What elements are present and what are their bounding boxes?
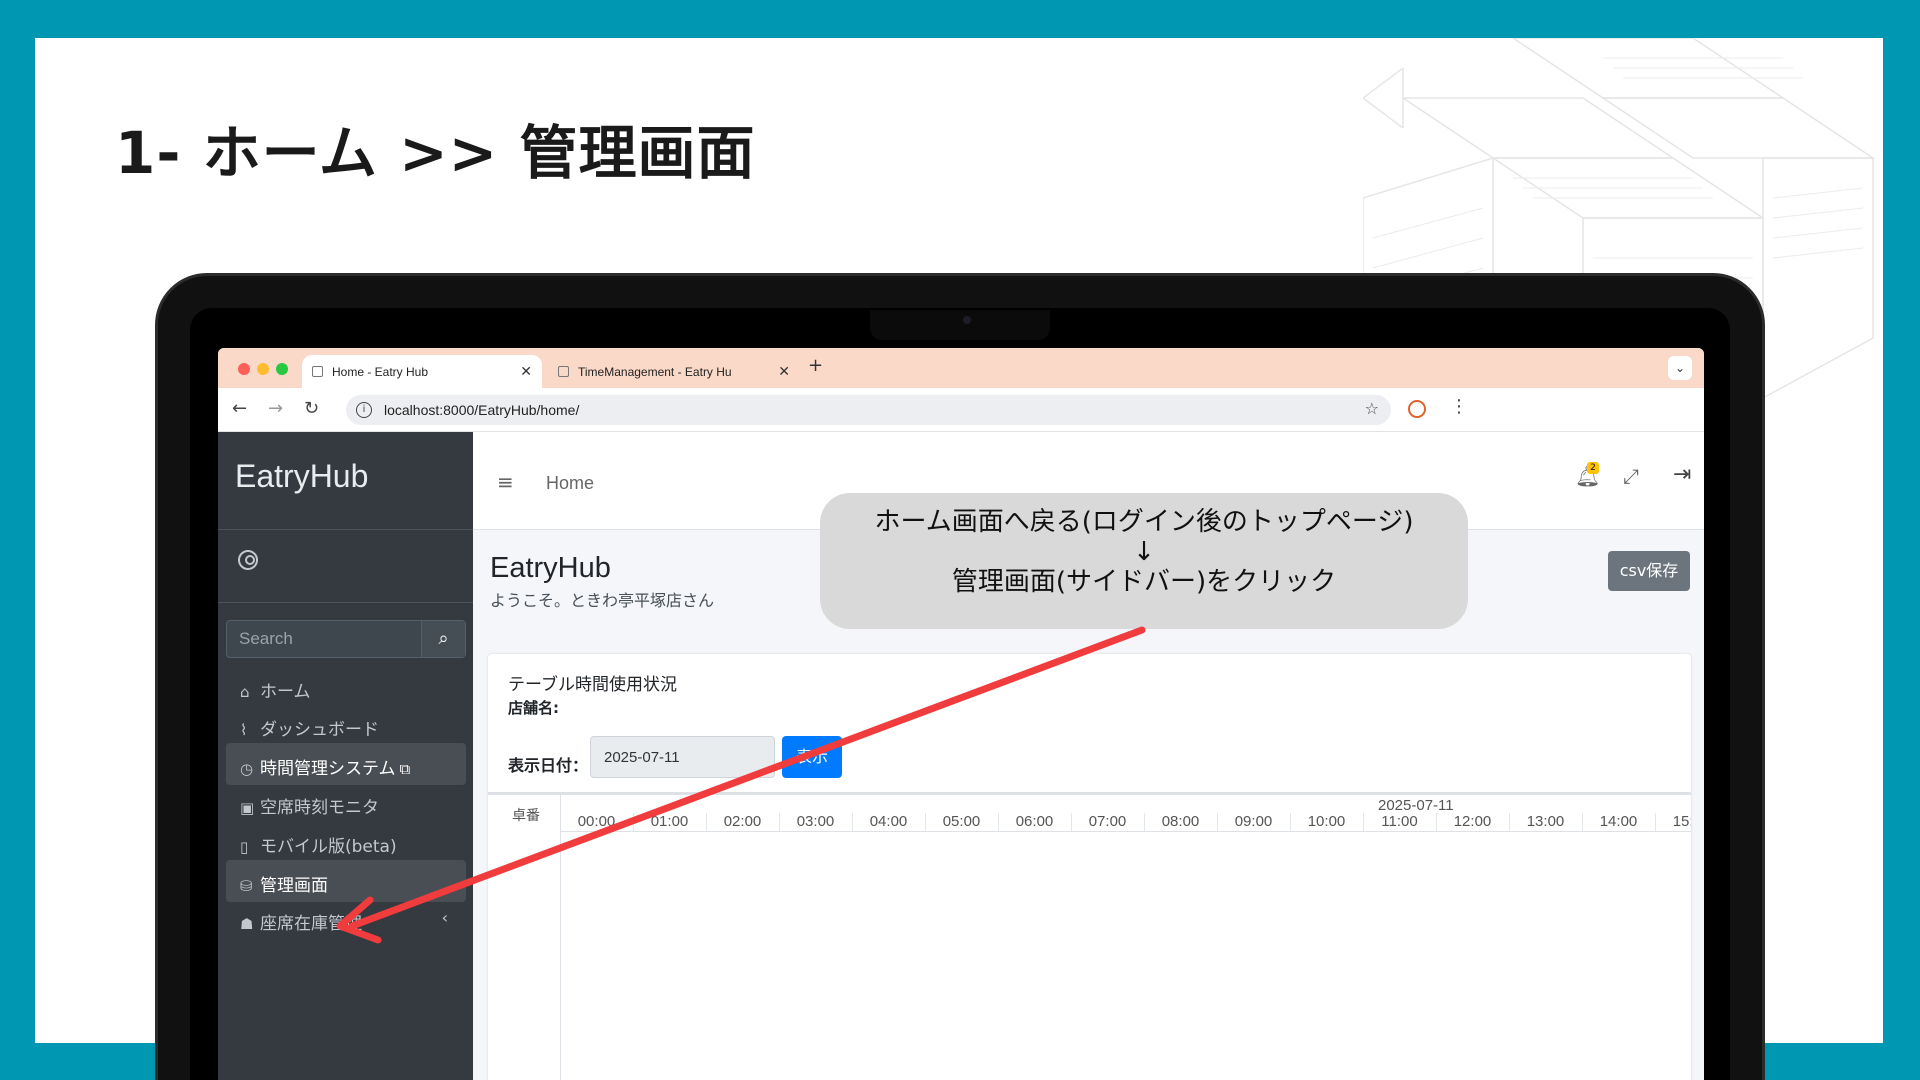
sidebar-item-mobile[interactable]: ▯ モバイル版(beta) (226, 821, 466, 863)
fullscreen-icon[interactable]: ⤢ (1623, 464, 1639, 488)
maximize-window-dot[interactable] (276, 363, 288, 375)
camera-icon (963, 316, 971, 324)
search-input[interactable] (227, 621, 421, 657)
hour-headers: 00:00 01:00 02:00 03:00 04:00 05:00 06:00 07:00… (560, 813, 1691, 831)
url-text: localhost:8000/EatryHub/home/ (384, 402, 580, 418)
site-info-icon[interactable]: i (356, 402, 372, 418)
hour-header: 04:00 (852, 813, 924, 831)
grid-line (560, 795, 561, 1080)
address-bar: ← → ↻ i localhost:8000/EatryHub/home/ ☆ … (218, 388, 1704, 432)
external-link-icon: ⧉ (399, 760, 411, 778)
sidebar: EatryHub ⌕ ⌂ ホーム ⌇ ダッシュボード ◷ 時間管理システム⧉ ▣ 空席時… (218, 432, 473, 1080)
minimize-window-dot[interactable] (257, 363, 269, 375)
back-arrow-icon[interactable]: ← (232, 398, 247, 419)
hour-header: 12:00 (1436, 813, 1508, 831)
hour-header: 09:00 (1217, 813, 1289, 831)
page-icon (312, 366, 323, 377)
forward-arrow-icon[interactable]: → (268, 398, 283, 419)
date-input[interactable]: 2025-07-11 (590, 736, 775, 778)
user-avatar-icon[interactable] (238, 550, 258, 570)
timeline-grid: 卓番 2025-07-11 00:00 01:00 02:00 03:00 04:00 0… (488, 792, 1691, 1080)
sidebar-item-home[interactable]: ⌂ ホーム (226, 666, 466, 708)
url-field[interactable]: i localhost:8000/EatryHub/home/ ☆ (346, 395, 1391, 425)
sidebar-item-label: 管理画面 (260, 876, 328, 896)
sidebar-item-seat-inventory[interactable]: ☗ 座席在庫管理 ‹ (226, 898, 466, 940)
page-title: EatryHub (490, 552, 611, 584)
sidebar-item-time-management[interactable]: ◷ 時間管理システム ⧉ (226, 743, 466, 785)
hour-header: 01:00 (633, 813, 705, 831)
timeline-date: 2025-07-11 (1378, 797, 1454, 814)
slide-title: 1- ホーム >> 管理画面 (115, 119, 756, 187)
instruction-callout: ホーム画面へ戻る(ログイン後のトップページ) ↓ 管理画面(サイドバー)をクリッ… (820, 493, 1468, 629)
menu-toggle-icon[interactable]: ≡ (497, 470, 514, 494)
nav-home-link[interactable]: Home (546, 473, 594, 494)
hour-header: 13:00 (1509, 813, 1581, 831)
sidebar-item-label: ダッシュボード (260, 720, 379, 740)
sidebar-item-admin[interactable]: ⛁ 管理画面 (226, 860, 466, 902)
tab-time-management[interactable]: TimeManagement - Eatry Hu ✕ (548, 355, 800, 388)
hour-header: 05:00 (925, 813, 997, 831)
laptop-notch (870, 310, 1050, 340)
profile-icon[interactable] (1408, 400, 1426, 418)
admin-icon: ⛁ (240, 877, 253, 895)
csv-save-button[interactable]: csv保存 (1608, 551, 1690, 591)
home-icon: ⌂ (240, 683, 250, 701)
monitor-icon: ▣ (240, 799, 255, 817)
divider (218, 529, 473, 530)
sidebar-item-seat-monitor[interactable]: ▣ 空席時刻モニタ (226, 782, 466, 824)
tab-label: Home - Eatry Hub (332, 365, 429, 379)
sidebar-search: ⌕ (226, 620, 466, 658)
store-label: 店舗名: (508, 699, 559, 717)
hour-header: 11:00 (1363, 813, 1435, 831)
hour-header: 14:00 (1582, 813, 1654, 831)
card-title: テーブル時間使用状況 (508, 675, 677, 695)
sidebar-item-label: 時間管理システム (260, 759, 396, 779)
tab-home[interactable]: Home - Eatry Hub ✕ (302, 355, 542, 388)
clock-icon: ◷ (240, 760, 254, 778)
page-icon (558, 366, 569, 377)
notification-badge: 2 (1587, 462, 1599, 474)
tab-search-chevron-icon[interactable]: ⌄ (1668, 356, 1692, 380)
search-icon[interactable]: ⌕ (421, 621, 465, 657)
callout-arrow-down: ↓ (1133, 537, 1155, 567)
tab-label: TimeManagement - Eatry Hu (578, 365, 732, 379)
mobile-icon: ▯ (240, 838, 249, 856)
hour-header: 06:00 (998, 813, 1070, 831)
browser-window: Home - Eatry Hub ✕ TimeManagement - Eatr… (218, 348, 1704, 1080)
tab-close-icon[interactable]: ✕ (520, 363, 532, 380)
hour-header: 10:00 (1290, 813, 1362, 831)
new-tab-button[interactable]: + (808, 355, 823, 376)
date-label: 表示日付： (508, 756, 589, 775)
bookmark-star-icon[interactable]: ☆ (1365, 399, 1379, 418)
logout-icon[interactable]: ⇥ (1673, 462, 1691, 487)
show-button[interactable]: 表示 (782, 736, 842, 778)
callout-line-3: 管理画面(サイドバー)をクリック (951, 567, 1337, 597)
reload-icon[interactable]: ↻ (304, 398, 319, 419)
grid-line (560, 831, 1691, 832)
more-menu-icon[interactable]: ⋮ (1450, 396, 1468, 417)
sidebar-item-label: 座席在庫管理 (260, 914, 362, 934)
table-usage-card: テーブル時間使用状況 店舗名: 表示日付： 2025-07-11 表示 卓番 2… (488, 654, 1691, 1080)
sidebar-item-label: ホーム (260, 682, 311, 702)
brand-logo[interactable]: EatryHub (235, 458, 368, 495)
users-icon: ☗ (240, 915, 254, 933)
hour-header: 15:00 (1655, 813, 1691, 831)
hour-header: 00:00 (560, 813, 632, 831)
callout-line-1: ホーム画面へ戻る(ログイン後のトップページ) (874, 507, 1414, 537)
sidebar-item-label: モバイル版(beta) (260, 837, 397, 857)
tab-bar: Home - Eatry Hub ✕ TimeManagement - Eatr… (218, 348, 1704, 388)
hour-header: 03:00 (779, 813, 851, 831)
welcome-text: ようこそ。ときわ亭平塚店さん (490, 591, 715, 610)
table-number-header: 卓番 (512, 808, 540, 824)
hour-header: 08:00 (1144, 813, 1216, 831)
tab-close-icon[interactable]: ✕ (778, 363, 790, 380)
hour-header: 07:00 (1071, 813, 1143, 831)
chevron-left-icon: ‹ (441, 908, 448, 927)
sidebar-item-dashboard[interactable]: ⌇ ダッシュボード (226, 704, 466, 746)
hour-header: 02:00 (706, 813, 778, 831)
close-window-dot[interactable] (238, 363, 250, 375)
chart-icon: ⌇ (240, 721, 248, 739)
divider (218, 602, 473, 603)
sidebar-item-label: 空席時刻モニタ (260, 798, 379, 818)
